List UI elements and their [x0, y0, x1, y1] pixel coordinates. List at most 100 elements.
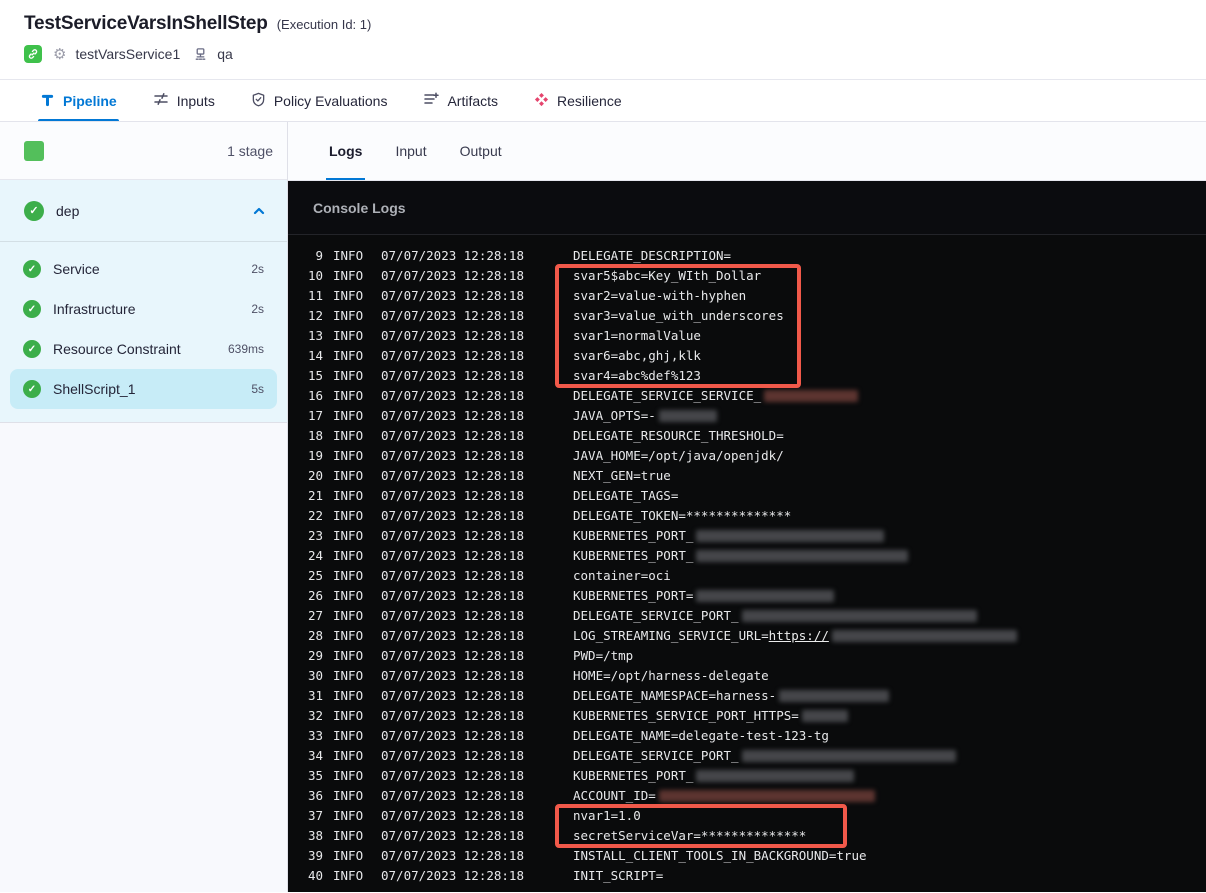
tab-pipeline[interactable]: Pipeline	[38, 80, 119, 121]
log-line-number: 34	[307, 747, 323, 763]
log-line-36: 36 INFO 07/07/2023 12:28:18 ACCOUNT_ID=	[288, 785, 1206, 805]
service-name[interactable]: testVarsService1	[75, 46, 180, 62]
tab-label: Resilience	[557, 92, 622, 109]
log-text: DELEGATE_RESOURCE_THRESHOLD=	[573, 427, 784, 443]
log-level: INFO	[333, 767, 364, 783]
log-text: LOG_STREAMING_SERVICE_URL=	[573, 627, 769, 643]
log-line-28: 28 INFO 07/07/2023 12:28:18 LOG_STREAMING_S…	[288, 625, 1206, 645]
log-line-number: 23	[307, 527, 323, 543]
log-text: svar2=value-with-hyphen	[573, 287, 747, 303]
tab-label: Policy Evaluations	[273, 92, 388, 109]
log-line-31: 31 INFO 07/07/2023 12:28:18 DELEGATE_NAMESP…	[288, 685, 1206, 705]
log-line-34: 34 INFO 07/07/2023 12:28:18 DELEGATE_SERVIC…	[288, 745, 1206, 765]
stage-group-header[interactable]: ✓ dep	[0, 180, 287, 242]
log-line-24: 24 INFO 07/07/2023 12:28:18 KUBERNETES_PORT…	[288, 545, 1206, 565]
log-message: KUBERNETES_PORT_	[573, 548, 911, 563]
log-level: INFO	[333, 867, 364, 883]
log-message: DELEGATE_NAME=delegate-test-123-tg	[573, 728, 829, 743]
log-line-10: 10 INFO 07/07/2023 12:28:18 svar5$abc=Key_W…	[288, 265, 1206, 285]
redacted-value	[658, 410, 717, 422]
stage-summary-row[interactable]: 1 stage	[0, 122, 287, 180]
log-tab-output[interactable]: Output	[460, 122, 502, 180]
environment-name[interactable]: qa	[217, 46, 233, 62]
tab-inputs[interactable]: Inputs	[153, 80, 215, 121]
log-level: INFO	[333, 687, 364, 703]
console-log-area[interactable]: 9 INFO 07/07/2023 12:28:18 DELEGATE_DESCRIP…	[288, 235, 1206, 892]
log-line-14: 14 INFO 07/07/2023 12:28:18 svar6=abc,ghj,k…	[288, 345, 1206, 365]
step-row-resource-constraint[interactable]: ✓ Resource Constraint 639ms	[10, 329, 277, 369]
log-level: INFO	[333, 727, 364, 743]
tab-label: Pipeline	[63, 92, 117, 109]
resilience-icon	[534, 92, 549, 110]
step-label: ShellScript_1	[53, 381, 136, 397]
log-text: svar3=value_with_underscores	[573, 307, 784, 323]
log-timestamp: 07/07/2023 12:28:18	[381, 787, 524, 803]
log-line-number: 18	[307, 427, 323, 443]
log-message: PWD=/tmp	[573, 648, 633, 663]
stage-status-square-icon	[24, 140, 44, 161]
log-url-link[interactable]: https://	[769, 628, 829, 643]
log-tab-bar: Logs Input Output	[288, 122, 1206, 181]
redacted-value	[779, 690, 890, 702]
log-level: INFO	[333, 367, 364, 383]
tab-label: Artifacts	[447, 92, 499, 109]
log-level: INFO	[333, 827, 364, 843]
log-line-number: 38	[307, 827, 323, 843]
execution-header: TestServiceVarsInShellStep (Execution Id…	[0, 0, 1206, 80]
log-message: DELEGATE_RESOURCE_THRESHOLD=	[573, 428, 784, 443]
log-text: DELEGATE_TOKEN=**************	[573, 507, 792, 523]
gear-icon: ⚙	[53, 45, 67, 63]
log-line-number: 14	[307, 347, 323, 363]
log-message: DELEGATE_NAMESPACE=harness-	[573, 688, 892, 703]
log-timestamp: 07/07/2023 12:28:18	[381, 567, 524, 583]
log-timestamp: 07/07/2023 12:28:18	[381, 827, 524, 843]
log-tab-logs[interactable]: Logs	[325, 122, 366, 180]
step-row-infrastructure[interactable]: ✓ Infrastructure 2s	[10, 289, 277, 329]
log-line-number: 26	[307, 587, 323, 603]
log-timestamp: 07/07/2023 12:28:18	[381, 387, 524, 403]
log-text: KUBERNETES_PORT_	[573, 527, 694, 543]
step-row-shellscript-1[interactable]: ✓ ShellScript_1 5s	[10, 369, 277, 409]
log-message: KUBERNETES_SERVICE_PORT_HTTPS=	[573, 708, 851, 723]
log-text: svar4=abc%def%123	[573, 367, 701, 383]
log-line-number: 22	[307, 507, 323, 523]
log-line-number: 30	[307, 667, 323, 683]
success-check-icon: ✓	[23, 380, 41, 398]
log-line-13: 13 INFO 07/07/2023 12:28:18 svar1=normalVal…	[288, 325, 1206, 345]
log-line-number: 40	[307, 867, 323, 883]
log-tab-input[interactable]: Input	[395, 122, 426, 180]
log-line-number: 27	[307, 607, 323, 623]
step-list: ✓ Service 2s ✓ Infrastructure 2s ✓ Resource Con…	[0, 242, 287, 422]
log-level: INFO	[333, 847, 364, 863]
step-row-service[interactable]: ✓ Service 2s	[10, 249, 277, 289]
redacted-value	[658, 790, 875, 802]
chevron-up-icon[interactable]	[251, 203, 267, 219]
execution-meta: ⚙ testVarsService1 qa	[24, 45, 1182, 63]
log-text: container=oci	[573, 567, 671, 583]
log-level: INFO	[333, 287, 364, 303]
log-message: secretServiceVar=**************	[573, 828, 806, 843]
log-text: INSTALL_CLIENT_TOOLS_IN_BACKGROUND=true	[573, 847, 867, 863]
log-timestamp: 07/07/2023 12:28:18	[381, 607, 524, 623]
log-text: ACCOUNT_ID=	[573, 787, 656, 803]
log-message: ACCOUNT_ID=	[573, 788, 878, 803]
log-line-35: 35 INFO 07/07/2023 12:28:18 KUBERNETES_PORT…	[288, 765, 1206, 785]
log-timestamp: 07/07/2023 12:28:18	[381, 307, 524, 323]
log-line-number: 17	[307, 407, 323, 423]
log-message: KUBERNETES_PORT=	[573, 588, 837, 603]
tab-policy-evaluations[interactable]: Policy Evaluations	[251, 80, 388, 121]
tab-resilience[interactable]: Resilience	[534, 80, 622, 121]
stage-count-label: 1 stage	[227, 142, 273, 159]
log-timestamp: 07/07/2023 12:28:18	[381, 587, 524, 603]
pipeline-icon	[40, 92, 55, 110]
stage-sidebar: 1 stage ✓ dep ✓ Service 2s ✓ Infrastructure 2…	[0, 122, 288, 892]
log-level: INFO	[333, 667, 364, 683]
log-message: LOG_STREAMING_SERVICE_URL= https://	[573, 628, 1020, 643]
log-timestamp: 07/07/2023 12:28:18	[381, 847, 524, 863]
success-check-icon: ✓	[23, 260, 41, 278]
log-line-number: 29	[307, 647, 323, 663]
log-timestamp: 07/07/2023 12:28:18	[381, 247, 524, 263]
log-text: KUBERNETES_PORT_	[573, 767, 694, 783]
tab-artifacts[interactable]: Artifacts	[423, 80, 498, 121]
log-level: INFO	[333, 707, 364, 723]
